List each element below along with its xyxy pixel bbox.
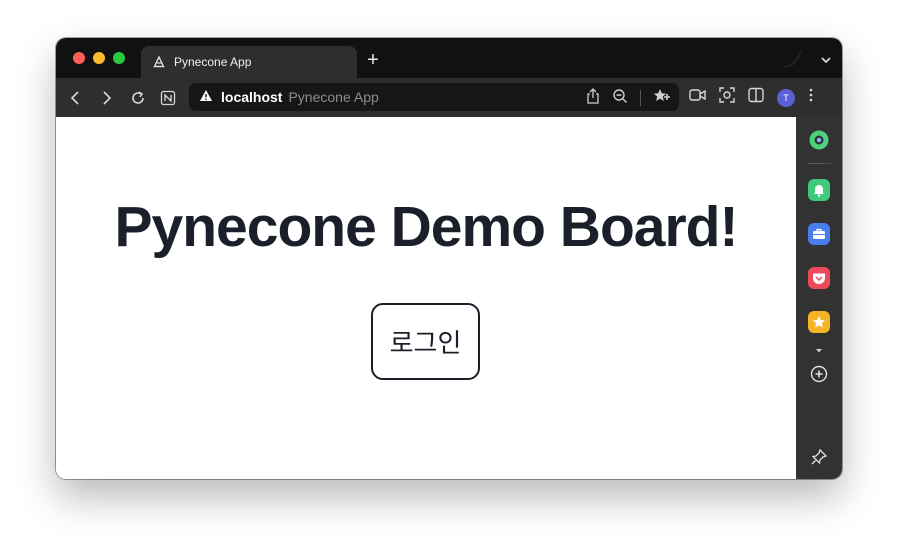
tab-pynecone-app[interactable]: Pynecone App bbox=[141, 46, 357, 78]
sidebar-item-ring[interactable] bbox=[808, 129, 830, 151]
login-button[interactable]: 로그인 bbox=[371, 303, 480, 380]
sidebar-expand-caret-icon[interactable] bbox=[814, 342, 824, 360]
address-divider bbox=[640, 89, 641, 106]
pocket-app-icon bbox=[813, 273, 825, 284]
star-app-icon bbox=[813, 316, 825, 328]
address-page-title: Pynecone App bbox=[288, 89, 379, 105]
bookmark-star-icon[interactable] bbox=[653, 88, 671, 107]
new-tab-button[interactable]: + bbox=[364, 50, 382, 70]
window-close-button[interactable] bbox=[73, 52, 85, 64]
back-button[interactable] bbox=[64, 87, 86, 109]
window-maximize-button[interactable] bbox=[113, 52, 125, 64]
back-arrow-icon bbox=[70, 91, 79, 105]
forward-button[interactable] bbox=[96, 87, 118, 109]
twitter-bird-icon bbox=[776, 48, 806, 75]
sidebar-toggle-icon[interactable] bbox=[748, 87, 764, 108]
sidebar-item-pocket[interactable] bbox=[808, 267, 830, 289]
warning-icon bbox=[199, 89, 213, 105]
bell-app-icon bbox=[814, 185, 824, 197]
reload-icon bbox=[132, 91, 144, 104]
address-bar[interactable]: localhost Pynecone App bbox=[189, 83, 679, 111]
sidebar-item-star[interactable] bbox=[808, 311, 830, 333]
sidebar-item-bell[interactable] bbox=[808, 179, 830, 201]
sidebar-item-briefcase[interactable] bbox=[808, 223, 830, 245]
share-icon[interactable] bbox=[586, 88, 600, 107]
pin-icon bbox=[811, 448, 828, 465]
profile-avatar[interactable]: T bbox=[777, 88, 795, 107]
browser-toolbar: localhost Pynecone App T bbox=[56, 78, 842, 117]
notion-icon bbox=[160, 90, 176, 106]
tab-title: Pynecone App bbox=[174, 55, 252, 69]
zoom-out-icon[interactable] bbox=[612, 88, 628, 107]
browser-window: Pynecone App + localhost Pynecone App T … bbox=[56, 38, 842, 479]
ring-app-icon bbox=[809, 130, 829, 150]
tab-list-chevron-icon[interactable] bbox=[820, 53, 832, 71]
browser-sidebar bbox=[796, 117, 842, 479]
briefcase-app-icon bbox=[813, 228, 825, 239]
screenshot-icon[interactable] bbox=[719, 87, 735, 108]
more-options-icon[interactable] bbox=[808, 87, 814, 108]
sidebar-add-button[interactable] bbox=[810, 365, 828, 388]
sidebar-divider bbox=[807, 163, 831, 164]
address-host: localhost bbox=[221, 89, 283, 105]
pynecone-logo-icon bbox=[153, 56, 165, 68]
sidebar-pin-button[interactable] bbox=[810, 448, 828, 471]
forward-arrow-icon bbox=[103, 91, 112, 105]
reload-button[interactable] bbox=[127, 87, 149, 109]
add-circle-icon bbox=[810, 365, 828, 383]
notion-extension-button[interactable] bbox=[157, 87, 179, 109]
page-title: Pynecone Demo Board! bbox=[114, 195, 739, 259]
tab-strip: Pynecone App + bbox=[56, 38, 842, 78]
page-content: Pynecone Demo Board! 로그인 bbox=[56, 117, 796, 479]
window-minimize-button[interactable] bbox=[93, 52, 105, 64]
video-icon[interactable] bbox=[689, 88, 706, 107]
